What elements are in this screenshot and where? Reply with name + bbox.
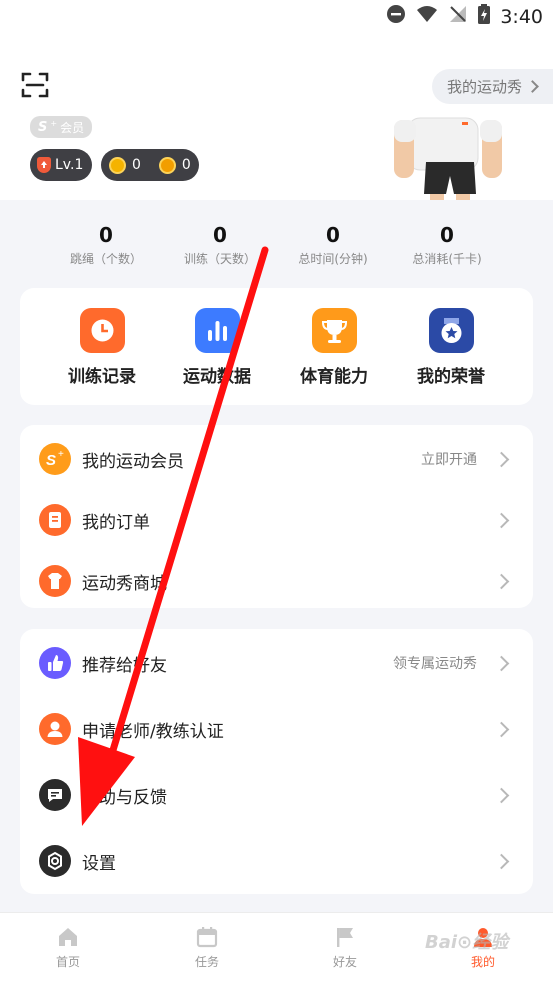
tab-tasks[interactable]: 任务	[167, 925, 247, 970]
chevron-right-icon	[526, 80, 539, 93]
stat-label: 训练（天数）	[183, 252, 256, 266]
stat-total-time[interactable]: 0 总时间(分钟)	[273, 222, 393, 267]
quick-training-records[interactable]: 训练记录	[42, 308, 162, 387]
calendar-icon	[195, 925, 219, 949]
shop-icon	[39, 565, 71, 597]
chevron-right-icon	[493, 853, 510, 869]
menu-group-2: 推荐给好友 领专属运动秀 申请老师/教练认证 帮助与反馈 设置	[20, 629, 533, 894]
watermark-logo: Bai⊙经验	[425, 932, 509, 953]
quick-label: 运动数据	[183, 367, 251, 387]
status-time: 3:40	[500, 5, 543, 28]
order-icon	[39, 504, 71, 536]
menu-item-hint: 立即开通	[421, 452, 477, 468]
stat-jump-rope[interactable]: 0 跳绳（个数）	[46, 222, 166, 267]
menu-item-label: 推荐给好友	[82, 655, 167, 676]
gear-icon	[39, 845, 71, 877]
gold-coin-count: 0	[132, 157, 141, 173]
menu-item-shop[interactable]: 运动秀商城	[20, 548, 533, 614]
wifi-icon	[416, 5, 438, 28]
quick-actions-card: 训练记录 运动数据 体育能力 我的荣誉	[20, 288, 533, 405]
gold-coin-icon	[109, 156, 126, 174]
flag-icon	[333, 925, 357, 949]
menu-item-help-feedback[interactable]: 帮助与反馈	[20, 762, 533, 828]
svg-text:+: +	[58, 449, 64, 460]
menu-item-label: 申请老师/教练认证	[82, 721, 224, 742]
stat-label: 总消耗(千卡)	[412, 252, 482, 266]
trophy-icon	[311, 308, 357, 353]
status-bar: 3:40	[0, 0, 553, 34]
home-icon	[56, 925, 80, 949]
bar-chart-icon	[194, 308, 240, 353]
menu-item-settings[interactable]: 设置	[20, 828, 533, 894]
quick-label: 我的荣誉	[417, 367, 485, 387]
chevron-right-icon	[493, 573, 510, 589]
menu-group-1: S + 我的运动会员 立即开通 我的订单 运动秀商城	[20, 425, 533, 608]
tab-friends[interactable]: 好友	[305, 925, 385, 970]
menu-item-label: 我的订单	[82, 512, 150, 533]
menu-item-hint: 领专属运动秀	[393, 656, 477, 672]
stat-value: 0	[440, 223, 454, 247]
user-icon	[39, 713, 71, 745]
stats-row: 0 跳绳（个数） 0 训练（天数） 0 总时间(分钟) 0 总消耗(千卡)	[0, 222, 553, 272]
quick-sport-data[interactable]: 运动数据	[157, 308, 277, 387]
menu-item-my-orders[interactable]: 我的订单	[20, 487, 533, 553]
battery-icon	[478, 4, 491, 29]
menu-item-sport-vip[interactable]: S + 我的运动会员 立即开通	[20, 426, 533, 492]
stat-total-calories[interactable]: 0 总消耗(千卡)	[387, 222, 507, 267]
chevron-right-icon	[493, 655, 510, 671]
tab-label: 首页	[55, 955, 80, 969]
vip-s-icon: S	[38, 119, 48, 135]
energy-coin-count: 0	[181, 157, 191, 173]
chevron-right-icon	[493, 787, 510, 803]
vip-badge-label: 会员	[60, 120, 85, 135]
vip-s-icon: S +	[39, 443, 71, 475]
tab-home[interactable]: 首页	[28, 925, 108, 970]
stat-value: 0	[326, 223, 340, 247]
chevron-right-icon	[493, 451, 510, 467]
energy-coin-icon	[158, 156, 176, 174]
stat-value: 0	[99, 223, 113, 247]
quick-sport-ability[interactable]: 体育能力	[274, 308, 394, 387]
stat-training-days[interactable]: 0 训练（天数）	[160, 222, 280, 267]
clock-icon	[79, 308, 125, 353]
coins-badge[interactable]: 0 0	[101, 149, 199, 181]
vip-badge[interactable]: S + 会员	[30, 116, 93, 138]
my-sport-show-button[interactable]: 我的运动秀	[431, 69, 553, 104]
thumbs-up-icon	[39, 647, 71, 679]
no-signal-icon	[448, 4, 468, 29]
chevron-right-icon	[493, 512, 510, 528]
chevron-right-icon	[493, 721, 510, 737]
menu-item-label: 帮助与反馈	[82, 787, 167, 808]
quick-label: 体育能力	[300, 367, 368, 387]
tab-label: 我的	[470, 955, 495, 969]
tab-label: 好友	[332, 955, 357, 969]
tab-label: 任务	[194, 955, 219, 969]
stat-value: 0	[213, 223, 227, 247]
dnd-icon	[386, 4, 406, 29]
my-sport-show-label: 我的运动秀	[446, 78, 522, 96]
stat-label: 总时间(分钟)	[298, 252, 368, 266]
menu-item-label: 运动秀商城	[82, 573, 167, 594]
svg-text:S: S	[46, 452, 56, 469]
chat-icon	[39, 779, 71, 811]
shield-icon	[37, 157, 51, 173]
stat-label: 跳绳（个数）	[69, 252, 142, 266]
avatar-figure[interactable]	[386, 110, 511, 200]
menu-item-label: 我的运动会员	[82, 451, 184, 472]
scan-icon	[21, 72, 49, 98]
scan-button[interactable]	[20, 70, 50, 100]
quick-my-honors[interactable]: 我的荣誉	[391, 308, 511, 387]
level-badge[interactable]: Lv.1	[30, 149, 93, 181]
quick-label: 训练记录	[68, 367, 136, 387]
menu-item-recommend[interactable]: 推荐给好友 领专属运动秀	[20, 630, 533, 696]
menu-item-teacher-certification[interactable]: 申请老师/教练认证	[20, 696, 533, 762]
level-text: Lv.1	[55, 157, 84, 173]
medal-icon	[428, 308, 474, 353]
menu-item-label: 设置	[82, 853, 116, 874]
